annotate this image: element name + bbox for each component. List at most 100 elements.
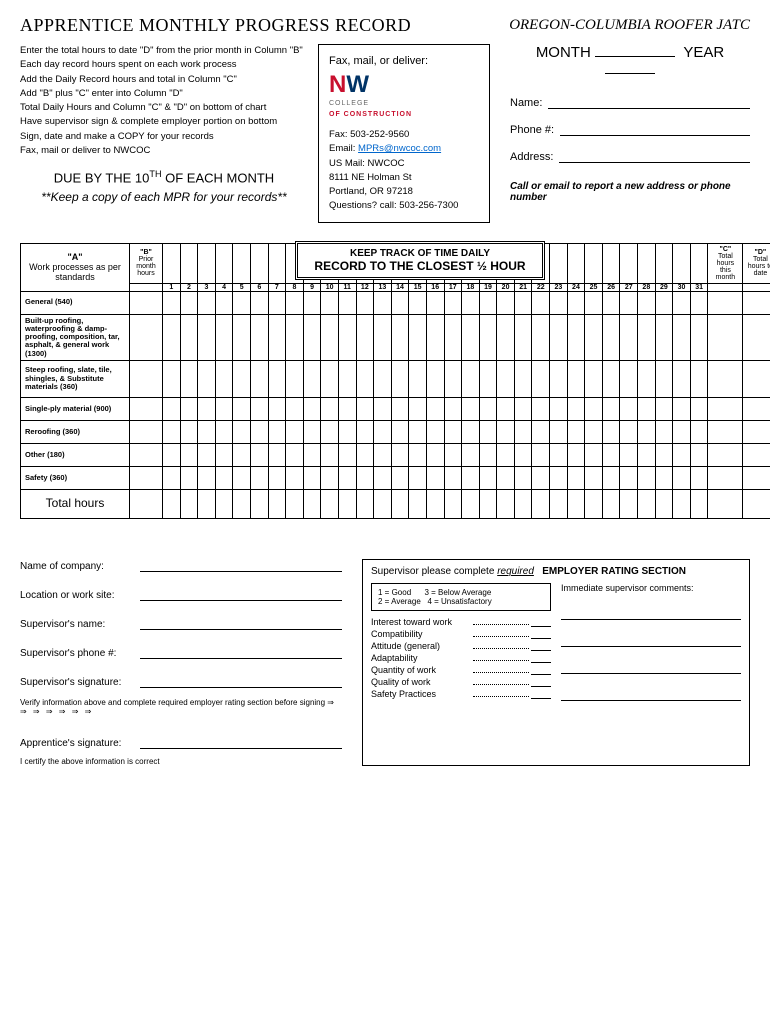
rating-input[interactable] (531, 677, 551, 687)
hours-cell[interactable] (743, 291, 770, 314)
hours-cell[interactable] (479, 314, 497, 360)
hours-cell[interactable] (444, 291, 462, 314)
hours-cell[interactable] (550, 420, 568, 443)
hours-cell[interactable] (391, 360, 409, 397)
hours-cell[interactable] (374, 397, 392, 420)
comment-line[interactable] (561, 630, 741, 647)
hours-cell[interactable] (409, 420, 427, 443)
hours-cell[interactable] (444, 466, 462, 489)
hours-cell[interactable] (479, 466, 497, 489)
hours-cell[interactable] (638, 420, 656, 443)
hours-cell[interactable] (391, 291, 409, 314)
hours-cell[interactable] (356, 466, 374, 489)
hours-cell[interactable] (356, 420, 374, 443)
hours-cell[interactable] (163, 443, 181, 466)
rating-input[interactable] (531, 629, 551, 639)
hours-cell[interactable] (708, 360, 743, 397)
rating-input[interactable] (531, 653, 551, 663)
hours-cell[interactable] (409, 397, 427, 420)
hours-cell[interactable] (585, 314, 603, 360)
hours-cell[interactable] (250, 466, 268, 489)
comment-line[interactable] (561, 603, 741, 620)
hours-cell[interactable] (321, 466, 339, 489)
hours-cell[interactable] (567, 291, 585, 314)
hours-cell[interactable] (655, 420, 673, 443)
hours-cell[interactable] (215, 314, 233, 360)
hours-cell[interactable] (321, 314, 339, 360)
hours-cell[interactable] (130, 420, 163, 443)
hours-cell[interactable] (479, 420, 497, 443)
hours-cell[interactable] (567, 314, 585, 360)
hours-cell[interactable] (585, 291, 603, 314)
hours-cell[interactable] (163, 314, 181, 360)
hours-cell[interactable] (655, 314, 673, 360)
hours-cell[interactable] (338, 397, 356, 420)
rating-input[interactable] (531, 617, 551, 627)
hours-cell[interactable] (233, 314, 251, 360)
hours-cell[interactable] (673, 360, 691, 397)
hours-cell[interactable] (602, 466, 620, 489)
hours-cell[interactable] (585, 360, 603, 397)
hours-cell[interactable] (532, 314, 550, 360)
hours-cell[interactable] (690, 360, 708, 397)
hours-cell[interactable] (708, 314, 743, 360)
hours-cell[interactable] (215, 443, 233, 466)
hours-cell[interactable] (180, 314, 198, 360)
hours-cell[interactable] (130, 397, 163, 420)
hours-cell[interactable] (462, 420, 480, 443)
hours-cell[interactable] (620, 291, 638, 314)
hours-cell[interactable] (338, 443, 356, 466)
hours-cell[interactable] (163, 291, 181, 314)
hours-cell[interactable] (497, 314, 515, 360)
rating-input[interactable] (531, 689, 551, 699)
hours-cell[interactable] (374, 466, 392, 489)
hours-cell[interactable] (444, 397, 462, 420)
hours-cell[interactable] (426, 420, 444, 443)
hours-cell[interactable] (532, 291, 550, 314)
hours-cell[interactable] (233, 397, 251, 420)
hours-cell[interactable] (514, 420, 532, 443)
hours-cell[interactable] (585, 466, 603, 489)
hours-cell[interactable] (462, 291, 480, 314)
hours-cell[interactable] (708, 291, 743, 314)
hours-cell[interactable] (215, 420, 233, 443)
hours-cell[interactable] (602, 420, 620, 443)
hours-cell[interactable] (550, 397, 568, 420)
hours-cell[interactable] (233, 360, 251, 397)
hours-cell[interactable] (479, 443, 497, 466)
hours-cell[interactable] (497, 466, 515, 489)
hours-cell[interactable] (585, 443, 603, 466)
hours-cell[interactable] (690, 291, 708, 314)
rating-input[interactable] (531, 641, 551, 651)
hours-cell[interactable] (743, 443, 770, 466)
hours-cell[interactable] (163, 466, 181, 489)
hours-cell[interactable] (690, 420, 708, 443)
hours-cell[interactable] (462, 314, 480, 360)
hours-cell[interactable] (690, 397, 708, 420)
hours-cell[interactable] (550, 443, 568, 466)
hours-cell[interactable] (409, 443, 427, 466)
hours-cell[interactable] (321, 291, 339, 314)
hours-cell[interactable] (268, 314, 286, 360)
hours-cell[interactable] (743, 420, 770, 443)
hours-cell[interactable] (743, 466, 770, 489)
hours-cell[interactable] (638, 397, 656, 420)
hours-cell[interactable] (180, 443, 198, 466)
hours-cell[interactable] (532, 420, 550, 443)
hours-cell[interactable] (514, 314, 532, 360)
location-input[interactable] (140, 588, 342, 601)
hours-cell[interactable] (303, 360, 321, 397)
hours-cell[interactable] (130, 360, 163, 397)
hours-cell[interactable] (250, 291, 268, 314)
hours-cell[interactable] (602, 314, 620, 360)
hours-cell[interactable] (479, 397, 497, 420)
hours-cell[interactable] (374, 291, 392, 314)
hours-cell[interactable] (250, 314, 268, 360)
hours-cell[interactable] (638, 291, 656, 314)
hours-cell[interactable] (130, 314, 163, 360)
hours-cell[interactable] (462, 360, 480, 397)
hours-cell[interactable] (233, 420, 251, 443)
hours-cell[interactable] (130, 291, 163, 314)
hours-cell[interactable] (673, 314, 691, 360)
hours-cell[interactable] (286, 466, 304, 489)
